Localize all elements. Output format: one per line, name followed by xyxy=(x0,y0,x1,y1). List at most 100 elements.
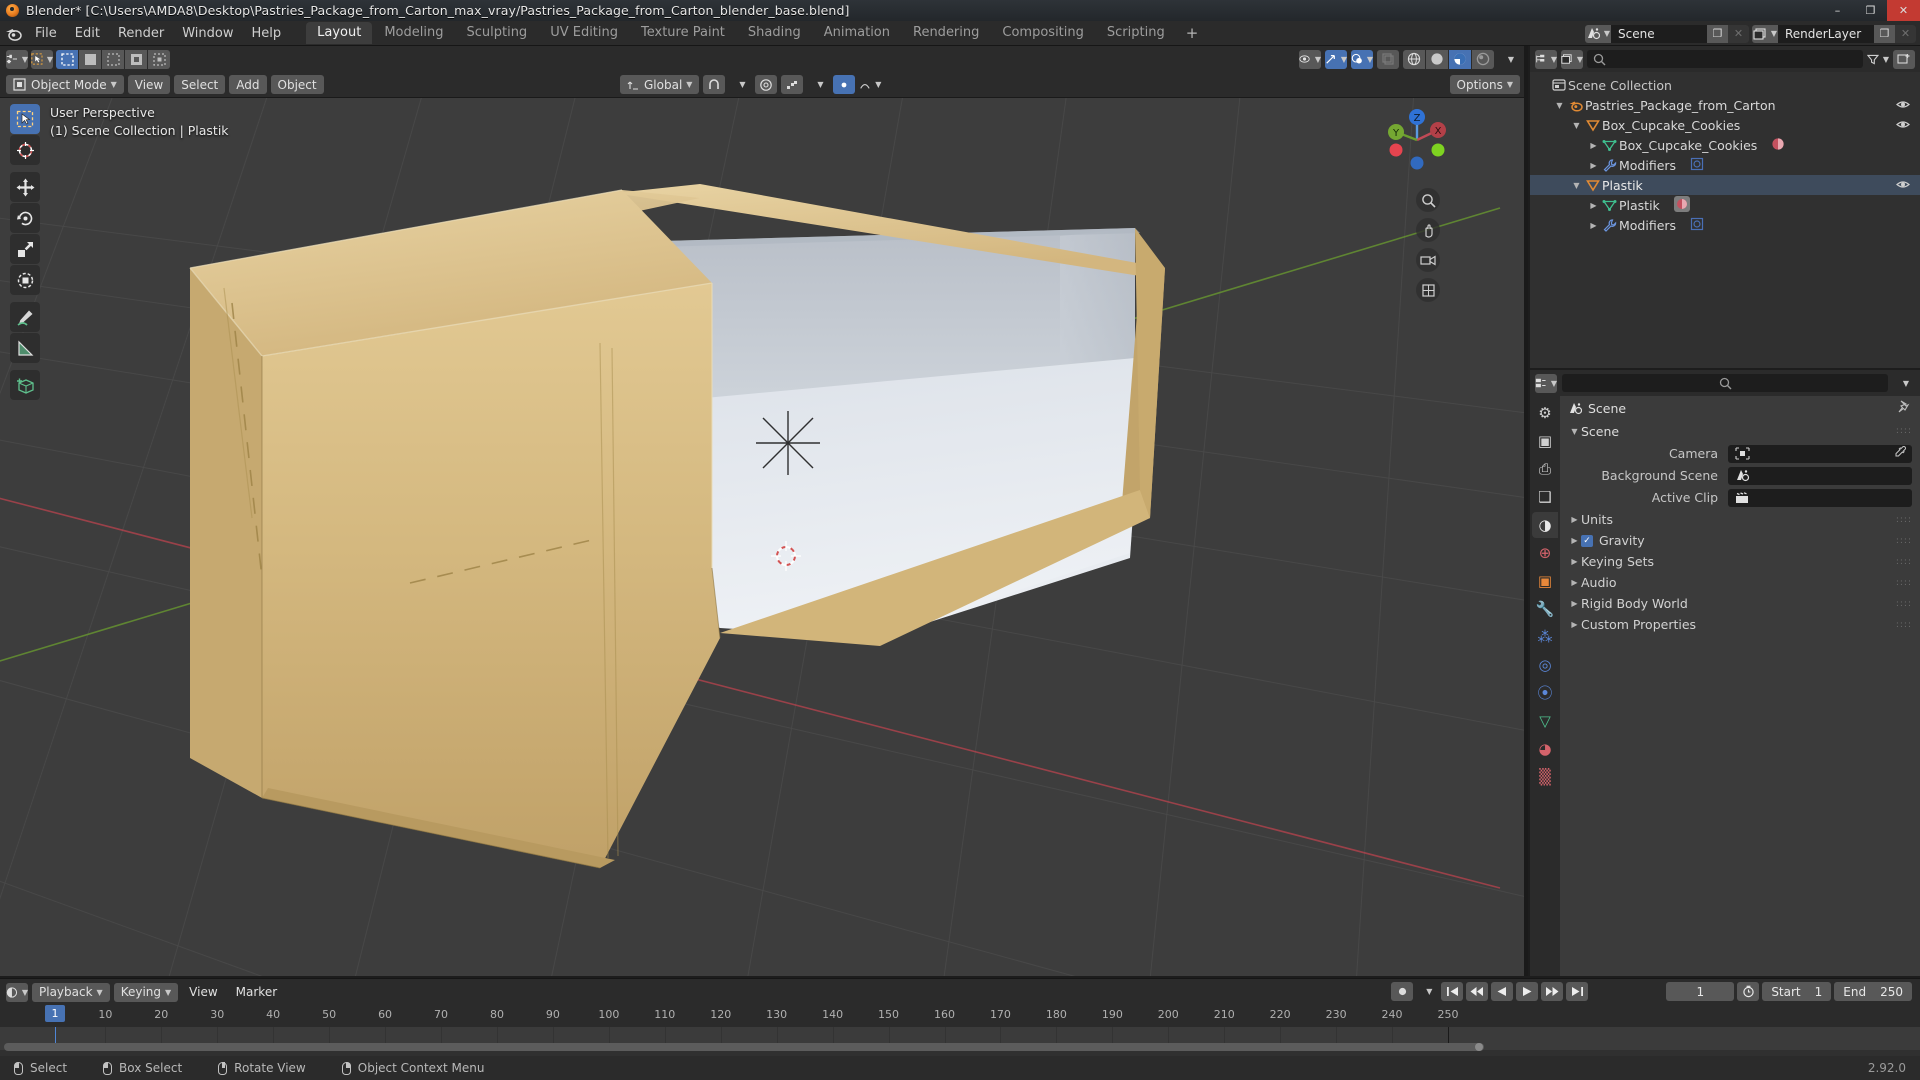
viewlayer-name-value[interactable]: RenderLayer xyxy=(1778,27,1874,41)
chevron-right-icon[interactable]: ▶ xyxy=(1568,515,1581,524)
outliner-editor[interactable]: ▼ ▼ ▼ Scene Collection ▼ Pastries_Package_… xyxy=(1530,46,1920,368)
material-icon-active[interactable] xyxy=(1673,195,1690,215)
expand-toggle-icon[interactable]: ▶ xyxy=(1587,141,1600,150)
field-input-background-scene[interactable] xyxy=(1728,466,1912,485)
shading-mode-group[interactable] xyxy=(1403,49,1494,69)
chevron-right-icon[interactable]: ▶ xyxy=(1568,536,1581,545)
new-viewlayer-button[interactable]: ❐ xyxy=(1874,24,1895,43)
add-cube-tool[interactable] xyxy=(10,370,40,400)
panel-audio[interactable]: ▶ Audio:::: xyxy=(1560,572,1920,593)
tool-tab[interactable]: ⚙ xyxy=(1532,400,1558,426)
properties-options-icon[interactable]: ▼ xyxy=(1893,374,1915,393)
viewport-menu-select[interactable]: Select xyxy=(174,75,226,94)
blender-logo-icon[interactable] xyxy=(0,26,26,41)
proportional-edit-icon[interactable] xyxy=(755,75,778,94)
eyedropper-icon[interactable] xyxy=(1894,445,1907,462)
use-preview-range-icon[interactable] xyxy=(1737,982,1760,1001)
camera-view-icon[interactable] xyxy=(1416,248,1440,272)
panel-gravity[interactable]: ▶ ✓ Gravity:::: xyxy=(1560,530,1920,551)
outliner-row-pastries-package-from-carton[interactable]: ▼ Pastries_Package_from_Carton xyxy=(1530,95,1920,115)
snap-during-transform-icon[interactable] xyxy=(833,75,856,94)
panel-keying-sets[interactable]: ▶ Keying Sets:::: xyxy=(1560,551,1920,572)
view-layer-tab[interactable]: ❑ xyxy=(1532,484,1558,510)
select-extend-mode[interactable] xyxy=(79,49,101,69)
jump-to-end-button[interactable] xyxy=(1566,982,1589,1001)
panel-rigid-body-world[interactable]: ▶ Rigid Body World:::: xyxy=(1560,593,1920,614)
timeline-horizontal-scrollbar[interactable] xyxy=(4,1043,1484,1051)
object-data-tab[interactable]: ▽ xyxy=(1532,708,1558,734)
transform-orientation-dropdown[interactable]: Global ▼ xyxy=(620,75,700,94)
timeline-menu-playback[interactable]: Playback ▼ xyxy=(32,982,110,1002)
toggle-ortho-icon[interactable] xyxy=(1416,278,1440,302)
auto-keying-icon[interactable] xyxy=(1391,982,1414,1001)
outliner-row-plastik[interactable]: ▼ Plastik xyxy=(1530,175,1920,195)
editor-type-icon[interactable]: ▼ xyxy=(1535,373,1557,393)
pin-icon[interactable] xyxy=(1897,400,1910,416)
expand-toggle-icon[interactable]: ▶ xyxy=(1587,221,1600,230)
expand-toggle-icon[interactable]: ▼ xyxy=(1570,121,1583,130)
frame-end-field[interactable]: End 250 xyxy=(1834,982,1912,1001)
new-scene-button[interactable]: ❐ xyxy=(1707,24,1728,43)
material-icon[interactable] xyxy=(1771,137,1785,154)
pan-hand-icon[interactable] xyxy=(1416,218,1440,242)
wireframe-shading-icon[interactable] xyxy=(1403,49,1425,69)
viewlayer-selector[interactable]: ▼ RenderLayer ❐ ✕ xyxy=(1752,24,1916,43)
outliner-row-box-cupcake-cookies[interactable]: ▼ Box_Cupcake_Cookies xyxy=(1530,115,1920,135)
unlink-scene-button[interactable]: ✕ xyxy=(1728,24,1749,43)
scene-panel-header[interactable]: ▼ Scene :::: xyxy=(1560,420,1920,442)
field-input-active-clip[interactable] xyxy=(1728,488,1912,507)
outliner-display-mode-icon[interactable]: ▼ xyxy=(1561,49,1583,69)
menu-window[interactable]: Window xyxy=(173,24,242,43)
jump-to-start-button[interactable] xyxy=(1441,982,1464,1001)
timeline-ruler[interactable]: 10 20 30 40 50 60 70 80 90 100 110 120 130 140 150 160 1… xyxy=(0,1005,1920,1027)
viewport-menu-add[interactable]: Add xyxy=(229,75,267,94)
menu-render[interactable]: Render xyxy=(109,24,173,43)
new-collection-icon[interactable] xyxy=(1893,49,1915,69)
close-button[interactable]: ✕ xyxy=(1887,0,1920,21)
scale-tool[interactable] xyxy=(10,234,40,264)
viewport-menu-object[interactable]: Object xyxy=(270,75,324,94)
zoom-icon[interactable] xyxy=(1416,188,1440,212)
workspace-tab-uv-editing[interactable]: UV Editing xyxy=(539,22,629,44)
outliner-tree[interactable]: Scene Collection ▼ Pastries_Package_from_C… xyxy=(1530,72,1920,235)
material-tab[interactable]: ◕ xyxy=(1532,736,1558,762)
measure-tool[interactable] xyxy=(10,333,40,363)
modifier-icon[interactable] xyxy=(1690,157,1704,174)
maximize-button[interactable]: ❐ xyxy=(1854,0,1887,21)
gizmo-toggle-icon[interactable]: ▼ xyxy=(1325,49,1347,69)
jump-back-keyframe-button[interactable] xyxy=(1466,982,1489,1001)
timeline-menu-marker[interactable]: Marker xyxy=(229,983,284,1002)
gravity-checkbox[interactable]: ✓ xyxy=(1581,534,1593,547)
outliner-row-scene-collection[interactable]: Scene Collection xyxy=(1530,75,1920,95)
hide-in-viewport-icon[interactable] xyxy=(1896,178,1910,193)
window-controls[interactable]: – ❐ ✕ xyxy=(1821,0,1920,21)
output-tab[interactable]: ⎙ xyxy=(1532,456,1558,482)
xray-toggle-icon[interactable] xyxy=(1377,49,1399,69)
properties-editor[interactable]: ▼ ▼ ⚙ ▣ ⎙ ❑ ◑ ⊕ ▣ 🔧 ⁂ ◎ ⦿ ▽ ◕ ▒ Scene ▼ Scene :::: Ca… xyxy=(1530,370,1920,976)
properties-search-input[interactable] xyxy=(1562,374,1888,392)
expand-toggle-icon[interactable]: ▶ xyxy=(1587,161,1600,170)
viewport-canvas[interactable] xyxy=(0,98,1528,976)
chevron-right-icon[interactable]: ▶ xyxy=(1568,557,1581,566)
hide-in-viewport-icon[interactable] xyxy=(1896,98,1910,113)
chevron-right-icon[interactable]: ▶ xyxy=(1568,599,1581,608)
workspace-tab-shading[interactable]: Shading xyxy=(737,22,812,44)
area-splitter[interactable] xyxy=(1524,46,1528,976)
filter-icon[interactable]: ▼ xyxy=(1867,50,1889,69)
rotate-tool[interactable] xyxy=(10,203,40,233)
expand-toggle-icon[interactable]: ▼ xyxy=(1570,181,1583,190)
outliner-row-box-cupcake-cookies[interactable]: ▶ Box_Cupcake_Cookies xyxy=(1530,135,1920,155)
panel-units[interactable]: ▶ Units:::: xyxy=(1560,509,1920,530)
viewport-nav-buttons[interactable] xyxy=(1416,188,1440,302)
workspace-tab-compositing[interactable]: Compositing xyxy=(991,22,1095,44)
timeline-menu-keying[interactable]: Keying ▼ xyxy=(113,982,179,1002)
editor-type-icon[interactable]: ▼ xyxy=(6,49,28,69)
outliner-row-modifiers[interactable]: ▶ Modifiers xyxy=(1530,215,1920,235)
scene-selector[interactable]: ▼ Scene ❐ ✕ xyxy=(1585,24,1749,43)
select-subtract-mode[interactable] xyxy=(102,49,124,69)
render-tab[interactable]: ▣ xyxy=(1532,428,1558,454)
menu-edit[interactable]: Edit xyxy=(66,24,109,43)
show-gizmo-icon[interactable]: ▼ xyxy=(1299,49,1321,69)
collapsed-panels[interactable]: ▶ Units:::: ▶ ✓ Gravity:::: ▶ Keying Sets:::: ▶… xyxy=(1560,509,1920,635)
current-frame-field[interactable]: 1 xyxy=(1666,982,1735,1001)
